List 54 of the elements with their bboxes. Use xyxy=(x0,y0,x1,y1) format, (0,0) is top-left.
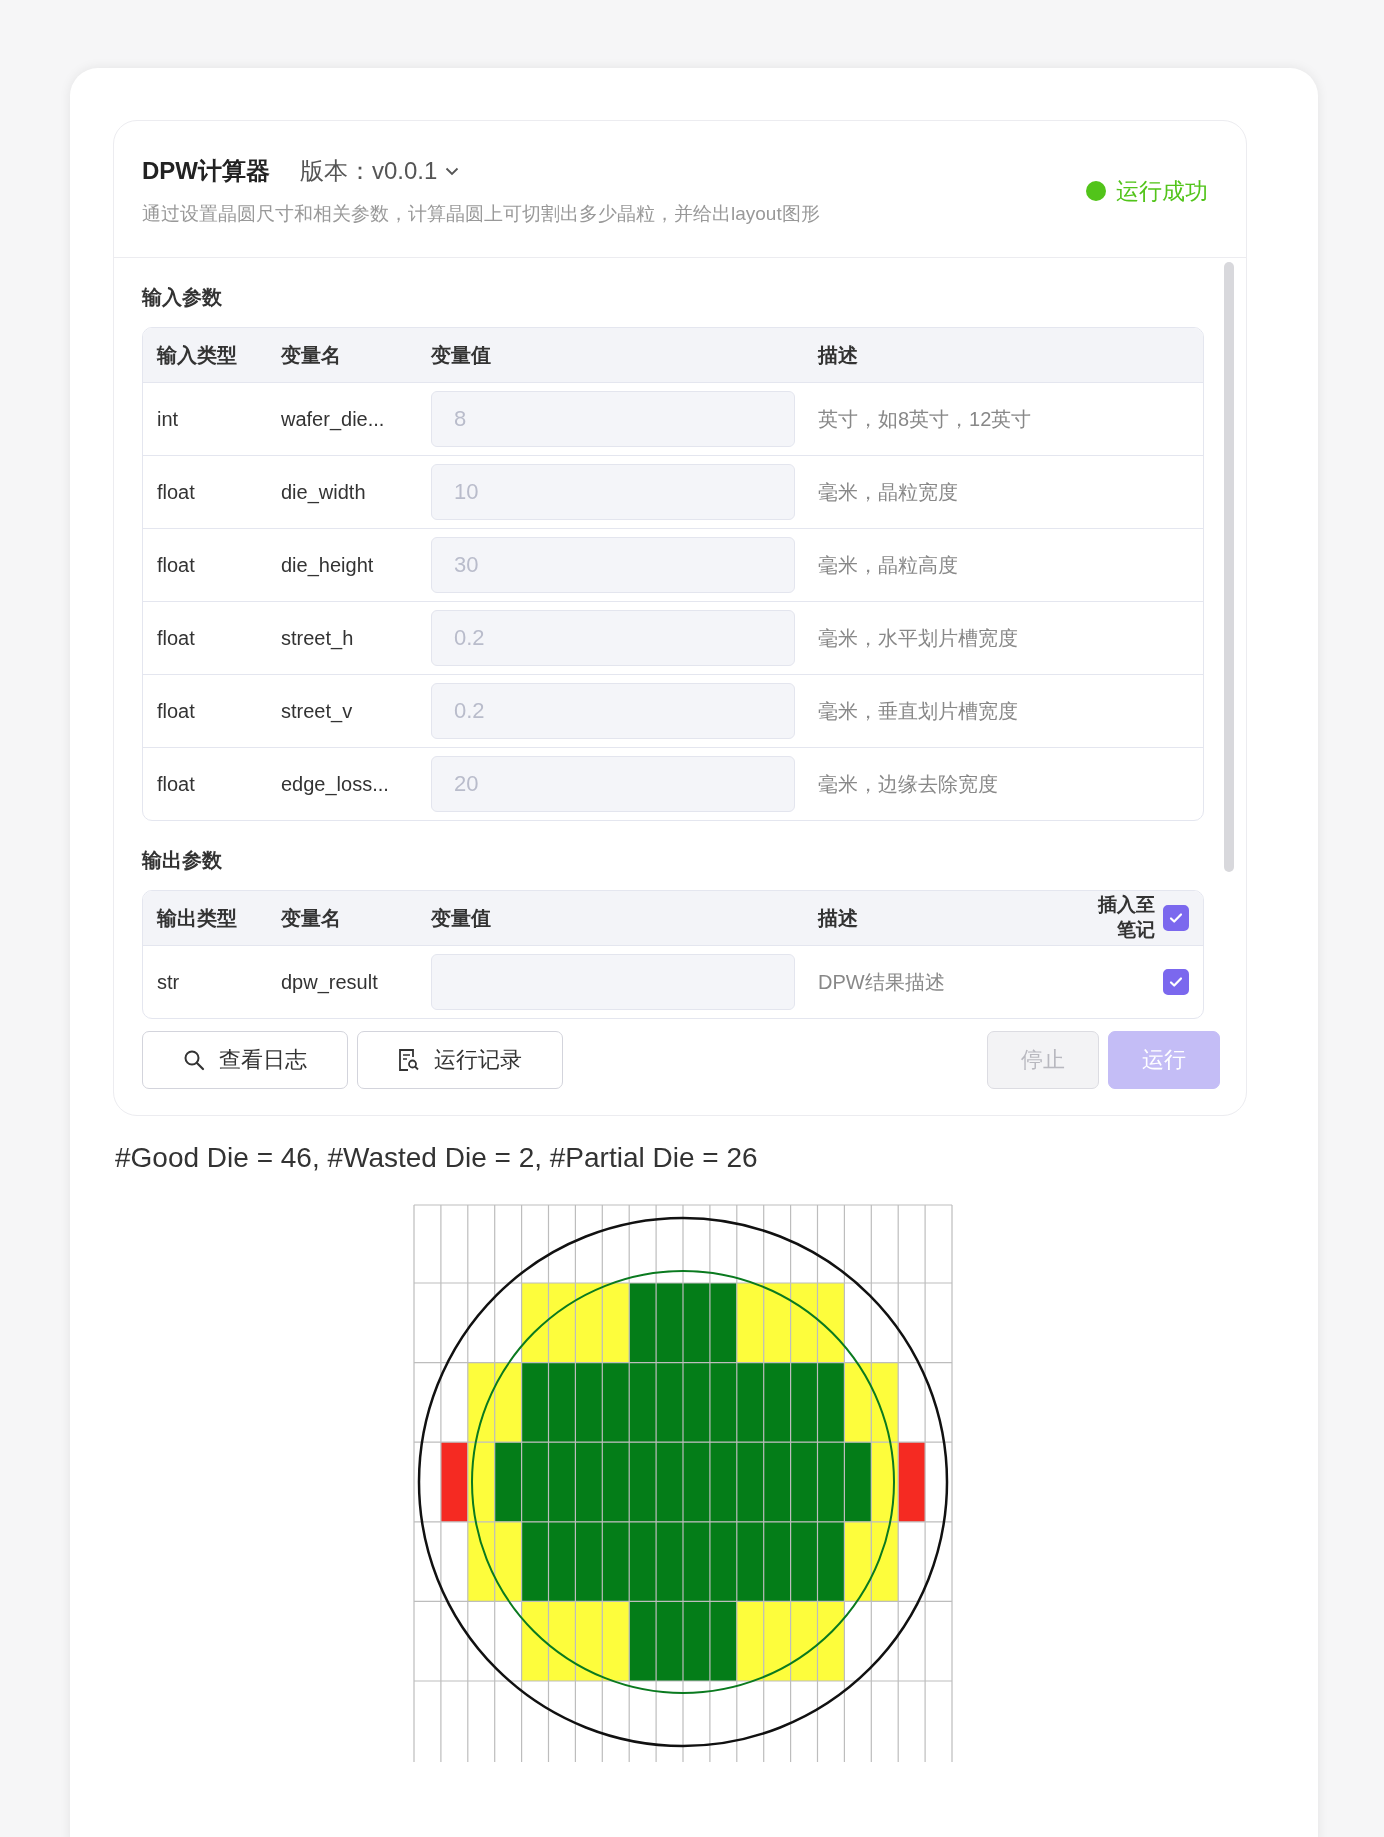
type-cell-text: float xyxy=(156,772,196,796)
value-field[interactable]: 0.2 xyxy=(431,610,795,666)
search-icon xyxy=(183,1049,205,1071)
column-header: 输出类型 xyxy=(155,905,238,931)
description-cell-text: DPW结果描述 xyxy=(817,969,946,995)
description-cell-text: 毫米，水平划片槽宽度 xyxy=(817,625,1019,651)
column-header: 插入至笔记 xyxy=(1096,893,1155,942)
column-header: 变量名 xyxy=(280,905,342,931)
type-cell-text: int xyxy=(156,407,180,431)
column-header: 变量值 xyxy=(430,342,492,368)
variable-name-cell-text: street_h xyxy=(280,626,355,650)
value-field[interactable] xyxy=(431,954,795,1010)
variable-name-cell-text: die_width xyxy=(280,480,367,504)
variable-name-cell-text: die_height xyxy=(280,553,375,577)
type-cell-text: float xyxy=(156,626,196,650)
variable-name-cell-text: edge_loss... xyxy=(280,772,390,796)
view-log-button[interactable]: 查看日志 xyxy=(142,1031,348,1089)
type-cell-text: str xyxy=(156,970,181,994)
column-header: 变量值 xyxy=(430,905,492,931)
status-text: 运行成功 xyxy=(1116,176,1208,206)
value-field[interactable]: 0.2 xyxy=(431,683,795,739)
app-title: DPW计算器 xyxy=(142,156,270,186)
app-description: 通过设置晶圆尺寸和相关参数，计算晶圆上可切割出多少晶粒，并给出layout图形 xyxy=(142,202,820,226)
checkmark-icon xyxy=(1168,910,1184,926)
column-header: 描述 xyxy=(816,905,859,931)
column-header: 输入类型 xyxy=(155,342,238,368)
type-cell-text: float xyxy=(156,480,196,504)
checkmark-icon xyxy=(1168,974,1184,990)
section-title: 输入参数 xyxy=(142,285,223,310)
type-cell-text: float xyxy=(156,699,196,723)
column-header: 描述 xyxy=(816,342,859,368)
checkbox[interactable] xyxy=(1163,969,1189,995)
scrollbar[interactable] xyxy=(1224,262,1234,872)
document-search-icon xyxy=(398,1048,420,1072)
value-field[interactable]: 10 xyxy=(431,464,795,520)
result-summary: #Good Die = 46, #Wasted Die = 2, #Partial Die = 26 xyxy=(115,1142,759,1174)
type-cell-text: float xyxy=(156,553,196,577)
value-field[interactable]: 20 xyxy=(431,756,795,812)
checkbox[interactable] xyxy=(1163,905,1189,931)
value-field[interactable]: 8 xyxy=(431,391,795,447)
description-cell-text: 毫米，晶粒高度 xyxy=(817,552,959,578)
value-field[interactable]: 30 xyxy=(431,537,795,593)
description-cell-text: 毫米，晶粒宽度 xyxy=(817,479,959,505)
section-title: 输出参数 xyxy=(142,848,223,873)
variable-name-cell-text: street_v xyxy=(280,699,354,723)
description-cell-text: 毫米，垂直划片槽宽度 xyxy=(817,698,1019,724)
version-dropdown[interactable]: 版本：v0.0.1 xyxy=(300,155,460,187)
variable-name-cell-text: dpw_result xyxy=(280,970,379,994)
variable-name-cell-text: wafer_die... xyxy=(280,407,386,431)
description-cell-text: 毫米，边缘去除宽度 xyxy=(817,771,999,797)
run-history-button[interactable]: 运行记录 xyxy=(357,1031,563,1089)
chevron-down-icon xyxy=(445,166,460,176)
column-header: 变量名 xyxy=(280,342,342,368)
description-cell-text: 英寸，如8英寸，12英寸 xyxy=(817,406,1033,432)
